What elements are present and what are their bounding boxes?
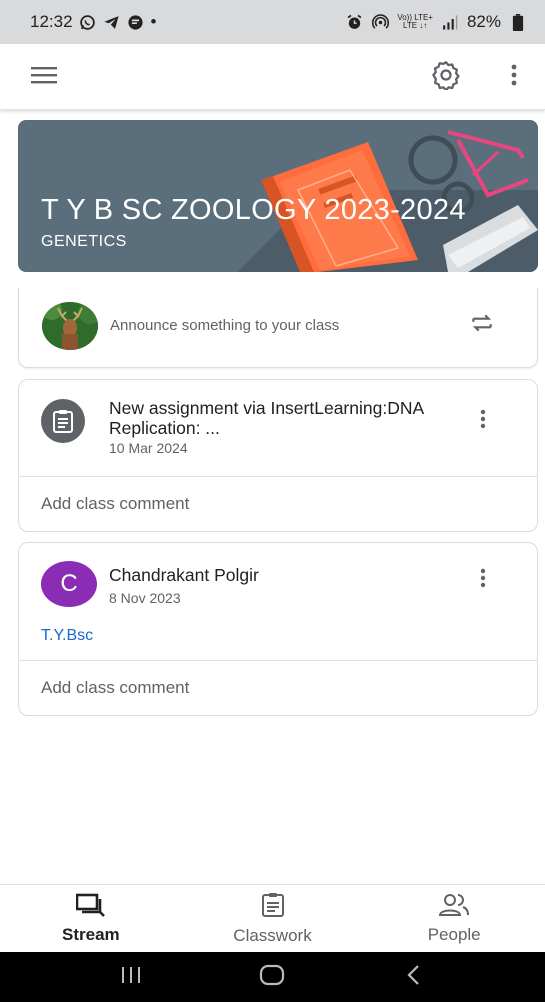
- nav-label-classwork: Classwork: [233, 925, 312, 945]
- status-dot: •: [150, 12, 157, 31]
- network-type: Vo)) LTE+ LTE ↓↑: [397, 14, 433, 30]
- class-title: T Y B SC ZOOLOGY 2023-2024: [41, 194, 466, 226]
- add-comment-link[interactable]: Add class comment: [41, 494, 189, 514]
- classwork-icon: [261, 892, 285, 923]
- card-divider: [19, 660, 537, 661]
- assignment-date: 10 Mar 2024: [109, 440, 188, 456]
- home-button[interactable]: [252, 962, 292, 992]
- stream-icon: [75, 893, 106, 922]
- class-section: GENETICS: [41, 233, 127, 250]
- nav-stream[interactable]: Stream: [0, 885, 182, 952]
- people-icon: [438, 893, 470, 922]
- hotspot-icon: [371, 13, 389, 31]
- network-bottom: LTE ↓↑: [402, 21, 428, 30]
- nav-people[interactable]: People: [363, 885, 545, 952]
- settings-icon: [431, 60, 461, 95]
- recents-button[interactable]: [111, 962, 151, 992]
- announcement-post-card[interactable]: C Chandrakant Polgir 8 Nov 2023 T.Y.Bsc …: [18, 542, 538, 716]
- back-icon: [406, 964, 422, 991]
- reuse-post-button[interactable]: [467, 310, 497, 340]
- repost-icon: [469, 310, 495, 341]
- post-author: Chandrakant Polgir: [109, 565, 259, 585]
- author-avatar: C: [41, 561, 97, 607]
- chat-icon: [127, 13, 145, 31]
- class-banner[interactable]: T Y B SC ZOOLOGY 2023-2024 GENETICS: [18, 120, 538, 272]
- post-body-link[interactable]: T.Y.Bsc: [41, 627, 93, 645]
- class-settings-button[interactable]: [428, 59, 464, 95]
- post-date: 8 Nov 2023: [109, 590, 181, 606]
- status-time: 12:32: [30, 12, 73, 31]
- back-button[interactable]: [394, 962, 434, 992]
- home-icon: [259, 964, 285, 991]
- battery-percent: 82%: [466, 12, 501, 31]
- assignment-title: New assignment via InsertLearning:DNA Re…: [109, 398, 424, 438]
- battery-icon: [509, 13, 527, 31]
- assignment-post-card[interactable]: New assignment via InsertLearning:DNA Re…: [18, 379, 538, 532]
- nav-label-stream: Stream: [62, 924, 120, 944]
- whatsapp-icon: [79, 13, 97, 31]
- more-options-button[interactable]: [496, 59, 532, 95]
- status-bar: 12:32 • Vo)) LTE+ LTE ↓↑ 82%: [0, 0, 545, 44]
- announce-placeholder: Announce something to your class: [110, 317, 340, 334]
- telegram-icon: [103, 13, 121, 31]
- add-comment-link[interactable]: Add class comment: [41, 678, 189, 698]
- user-avatar: [42, 302, 98, 350]
- alarm-icon: [345, 13, 363, 31]
- menu-button[interactable]: [26, 59, 62, 95]
- app-bar: [0, 44, 545, 110]
- assignment-icon: [41, 399, 85, 443]
- more-vert-icon: [510, 63, 518, 92]
- post-more-button[interactable]: [471, 565, 495, 595]
- card-divider: [19, 476, 537, 477]
- bottom-nav: Stream Classwork People: [0, 884, 545, 952]
- nav-label-people: People: [427, 924, 481, 944]
- more-vert-icon: [480, 568, 486, 593]
- announce-box[interactable]: Announce something to your class: [18, 288, 538, 368]
- more-vert-icon: [480, 409, 486, 434]
- nav-classwork[interactable]: Classwork: [182, 885, 364, 952]
- system-nav-bar: [0, 952, 545, 1002]
- menu-icon: [31, 65, 57, 90]
- recents-icon: [120, 965, 142, 990]
- post-more-button[interactable]: [471, 406, 495, 436]
- signal-icon: [441, 13, 459, 31]
